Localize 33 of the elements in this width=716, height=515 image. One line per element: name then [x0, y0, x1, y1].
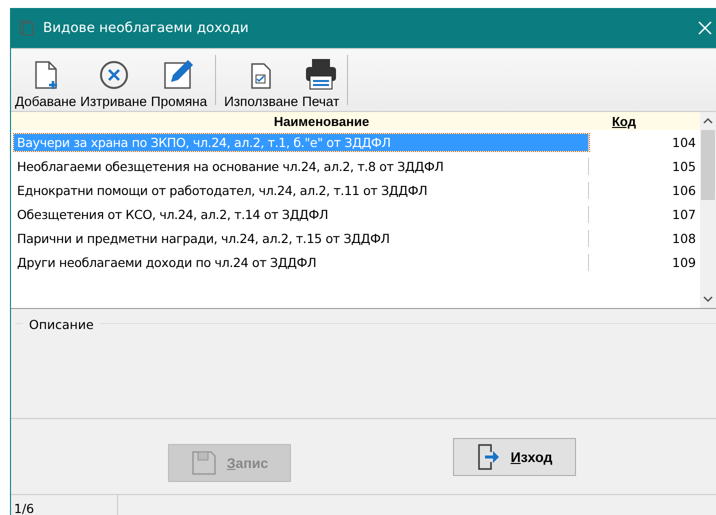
floppy-icon: [190, 450, 217, 476]
printer-icon: [304, 58, 338, 90]
table-row[interactable]: Други необлагаеми доходи по чл.24 от ЗДДФЛ: [14, 254, 589, 270]
window-title: Видове необлагаеми доходи: [43, 20, 250, 36]
doc-check-icon: [250, 62, 272, 90]
toolbar-button[interactable]: Използване: [222, 49, 300, 111]
toolbar-button[interactable]: Промяна: [148, 49, 210, 111]
table-row[interactable]: Обезщетения от КСО, чл.24, ал.2, т.14 от ЗДДФЛ: [14, 206, 589, 222]
circle-x-icon: [98, 60, 129, 90]
toolbar-button[interactable]: Печат: [300, 49, 342, 111]
table-cell-text: 108: [671, 230, 697, 246]
exit-arrow-icon: [476, 442, 501, 470]
toolbar-button[interactable]: Изтриване: [78, 49, 149, 111]
table-cell-text: 107: [671, 206, 697, 222]
toolbar-button[interactable]: Добаване: [13, 49, 78, 111]
pencil-icon: [163, 58, 195, 90]
chevron-down-icon[interactable]: [702, 294, 714, 304]
table-cell-text: 109: [671, 254, 697, 270]
status-text: 1/6: [11, 495, 118, 515]
table-cell-text: 106: [671, 182, 697, 198]
scrollbar[interactable]: [700, 112, 716, 308]
table-row[interactable]: Еднократни помощи от работодател, чл.24, ал.2, т.11 от ЗДДФЛ: [14, 182, 589, 198]
close-icon[interactable]: [698, 21, 712, 35]
group-label: Описание: [23, 316, 100, 332]
table-cell-text: 105: [671, 158, 697, 174]
table-row[interactable]: Необлагаеми обезщетения на основание чл.24, ал.2, т.8 от ЗДДФЛ: [14, 158, 589, 174]
chevron-up-icon[interactable]: [702, 116, 714, 126]
column-header: Код: [612, 114, 637, 128]
exit-button[interactable]: Изход: [453, 438, 576, 476]
table-cell-text: 104: [671, 134, 697, 150]
column-header: Наименование: [272, 114, 370, 128]
window-icon: [19, 20, 35, 36]
table-row[interactable]: Парични и предметни награди, чл.24, ал.2, т.15 от ЗДДФЛ: [14, 230, 589, 246]
